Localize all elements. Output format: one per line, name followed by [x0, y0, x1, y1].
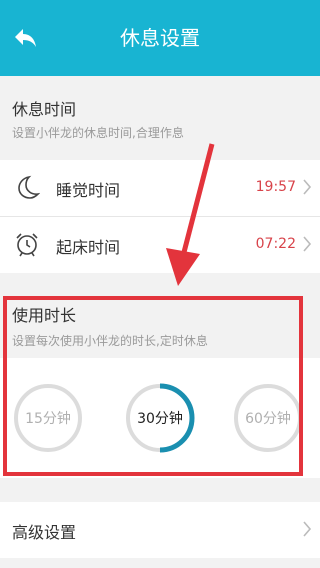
chevron-right-icon [303, 179, 312, 195]
duration-label-60: 60分钟 [245, 411, 291, 427]
sleep-time-label: 睡觉时间 [56, 181, 121, 200]
usage-desc: 设置每次使用小伴龙的时长,定时休息 [12, 334, 208, 348]
duration-label-15: 15分钟 [25, 411, 71, 427]
advanced-settings-row[interactable]: 高级设置 [0, 502, 320, 558]
chevron-right-icon [303, 521, 312, 537]
duration-option-30[interactable]: 30分钟 [124, 382, 196, 454]
moon-icon [18, 175, 40, 199]
duration-option-15[interactable]: 15分钟 [12, 382, 84, 454]
alarm-clock-icon [16, 233, 38, 257]
wake-time-row[interactable]: 起床时间 07:22 [0, 217, 320, 273]
wake-time-value: 07:22 [255, 236, 296, 252]
duration-options: 15分钟 30分钟 60分钟 [0, 358, 320, 478]
sleep-time-value: 19:57 [255, 179, 296, 195]
duration-option-60[interactable]: 60分钟 [232, 382, 304, 454]
usage-title: 使用时长 [12, 306, 77, 325]
usage-section-header: 使用时长 设置每次使用小伴龙的时长,定时休息 [0, 282, 320, 358]
header-bar: 休息设置 [0, 0, 320, 76]
rest-time-desc: 设置小伴龙的休息时间,合理作息 [12, 126, 184, 140]
rest-time-section-header: 休息时间 设置小伴龙的休息时间,合理作息 [0, 76, 320, 156]
wake-time-label: 起床时间 [56, 238, 121, 257]
advanced-settings-label: 高级设置 [12, 523, 77, 542]
duration-label-30: 30分钟 [137, 411, 183, 427]
rest-time-title: 休息时间 [12, 100, 77, 119]
page-title: 休息设置 [120, 26, 200, 50]
chevron-right-icon [303, 236, 312, 252]
sleep-time-row[interactable]: 睡觉时间 19:57 [0, 160, 320, 216]
